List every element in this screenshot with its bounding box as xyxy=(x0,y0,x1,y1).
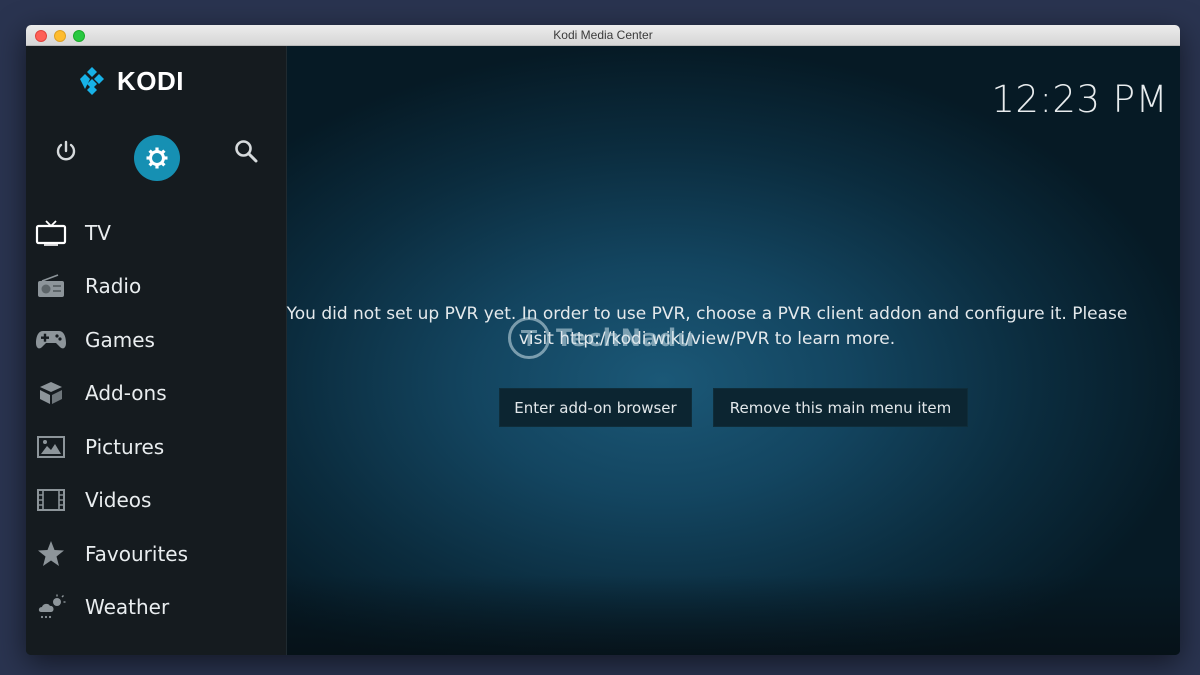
remove-menu-item-button[interactable]: Remove this main menu item xyxy=(713,388,968,427)
watermark-text: TechNadu xyxy=(556,324,696,352)
box-icon xyxy=(35,379,67,407)
weather-icon xyxy=(35,593,67,621)
menu-label-pictures: Pictures xyxy=(85,435,165,459)
star-icon xyxy=(35,540,67,568)
tv-icon xyxy=(35,219,67,247)
menu-item-favourites[interactable]: Favourites xyxy=(26,529,287,579)
radio-icon xyxy=(35,272,67,300)
menu-label-add-ons: Add-ons xyxy=(85,381,167,405)
menu-label-weather: Weather xyxy=(85,595,170,619)
sidebar: KODI TV Radio Games Add-ons Pictures Vid… xyxy=(26,46,287,655)
window-title: Kodi Media Center xyxy=(553,28,653,42)
gamepad-icon xyxy=(35,326,67,354)
film-icon xyxy=(35,486,67,514)
watermark: TechNadu xyxy=(508,315,708,361)
settings-button[interactable] xyxy=(134,135,180,181)
menu-label-games: Games xyxy=(85,328,155,352)
title-bar[interactable]: Kodi Media Center xyxy=(26,25,1180,46)
logo-text: KODI xyxy=(117,65,184,96)
picture-icon xyxy=(35,433,67,461)
power-icon[interactable] xyxy=(53,138,79,164)
menu-item-videos[interactable]: Videos xyxy=(26,475,287,525)
kodi-logo[interactable]: KODI xyxy=(76,65,184,97)
menu-item-pictures[interactable]: Pictures xyxy=(26,422,287,472)
menu-item-add-ons[interactable]: Add-ons xyxy=(26,368,287,418)
menu-label-tv: TV xyxy=(85,221,111,245)
kodi-logo-icon xyxy=(80,67,104,95)
menu-item-tv[interactable]: TV xyxy=(26,208,287,258)
menu-item-games[interactable]: Games xyxy=(26,315,287,365)
menu-label-favourites: Favourites xyxy=(85,542,189,566)
menu-label-videos: Videos xyxy=(85,488,152,512)
watermark-logo-icon xyxy=(508,317,550,359)
gear-icon xyxy=(146,147,168,169)
search-icon[interactable] xyxy=(233,138,259,164)
menu-item-radio[interactable]: Radio xyxy=(26,261,287,311)
menu-label-radio: Radio xyxy=(85,274,142,298)
clock: 12:23 PM xyxy=(991,78,1168,121)
enter-addon-browser-button[interactable]: Enter add-on browser xyxy=(499,388,692,427)
menu-item-weather[interactable]: Weather xyxy=(26,582,287,632)
